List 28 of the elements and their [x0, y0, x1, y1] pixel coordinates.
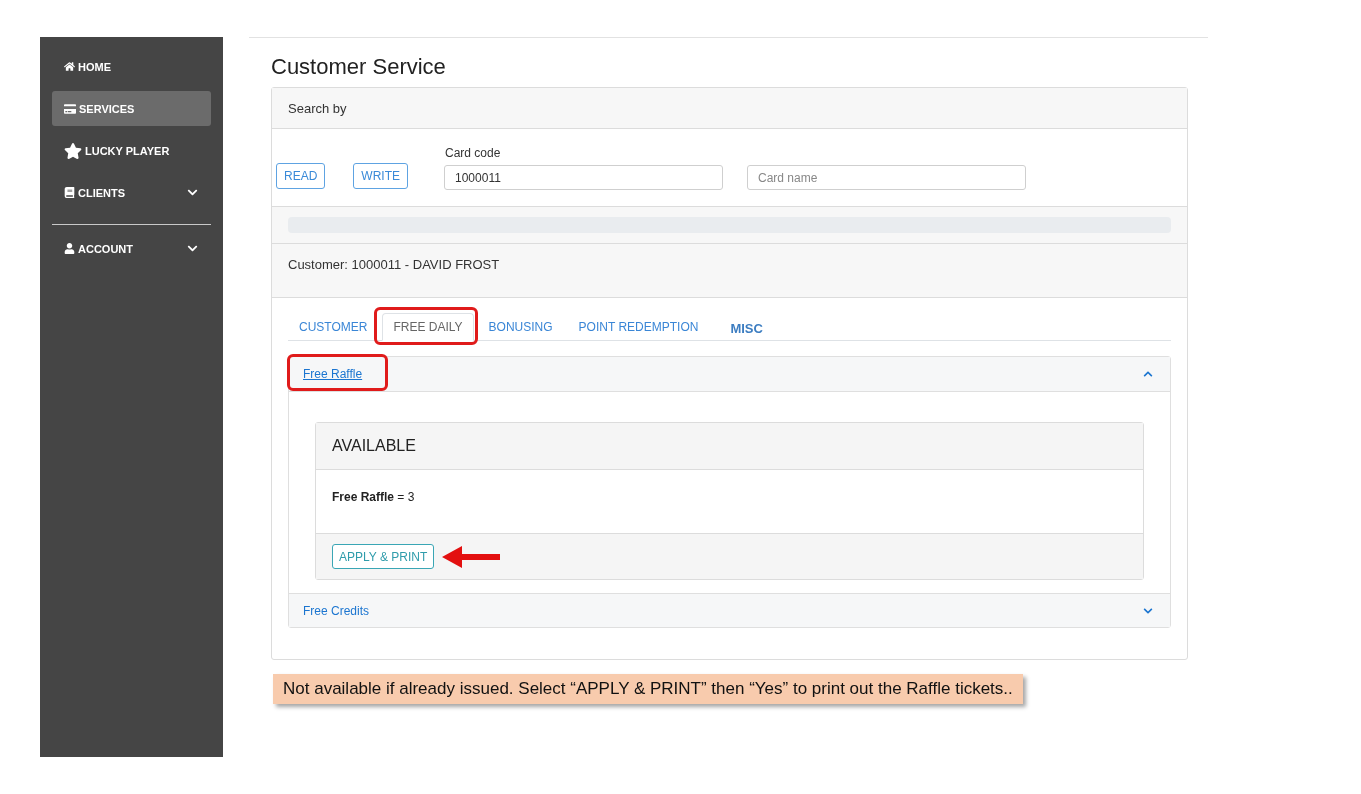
tab[interactable]: POINT REDEMPTION [567, 313, 710, 341]
card-code-field[interactable]: 1000011 [444, 165, 723, 190]
customer-title: Customer: 1000011 - DAVID FROST [288, 257, 500, 272]
outline-button[interactable]: WRITE [353, 163, 408, 189]
star-icon [64, 141, 82, 160]
book-icon [64, 187, 75, 198]
tab[interactable]: BONUSING [477, 313, 564, 341]
card-name-field[interactable]: Card name [747, 165, 1026, 190]
raffle-count: Free Raffle = 3 [332, 490, 415, 504]
instruction-note: Not available if already issued. Select “APPLY & PRINT” then “Yes” to print out the Raffle tickets.. [273, 674, 1023, 704]
outline-button[interactable]: READ [276, 163, 326, 189]
user-icon [64, 243, 75, 254]
sidebar-item[interactable]: SERVICES [52, 91, 211, 126]
sidebar-item[interactable]: HOME [52, 49, 211, 84]
sidebar-item[interactable]: LUCKY PLAYER [52, 133, 211, 168]
panel-title: Search by [288, 100, 347, 116]
field-label: Card code [444, 146, 502, 160]
tab[interactable]: CUSTOMER [288, 313, 379, 341]
apply-print-button[interactable]: APPLY & PRINT [332, 544, 435, 569]
tab[interactable]: MISC [719, 315, 774, 341]
page-title: Customer Service [270, 53, 447, 80]
sidebar-item[interactable]: ACCOUNT [52, 231, 211, 266]
card-title: AVAILABLE [332, 437, 416, 455]
card-icon [64, 102, 76, 115]
home-icon [64, 61, 75, 72]
accordion-link[interactable]: Free Credits [303, 603, 370, 618]
sidebar-item[interactable]: CLIENTS [52, 175, 211, 210]
accordion-link[interactable]: Free Raffle [303, 367, 363, 381]
